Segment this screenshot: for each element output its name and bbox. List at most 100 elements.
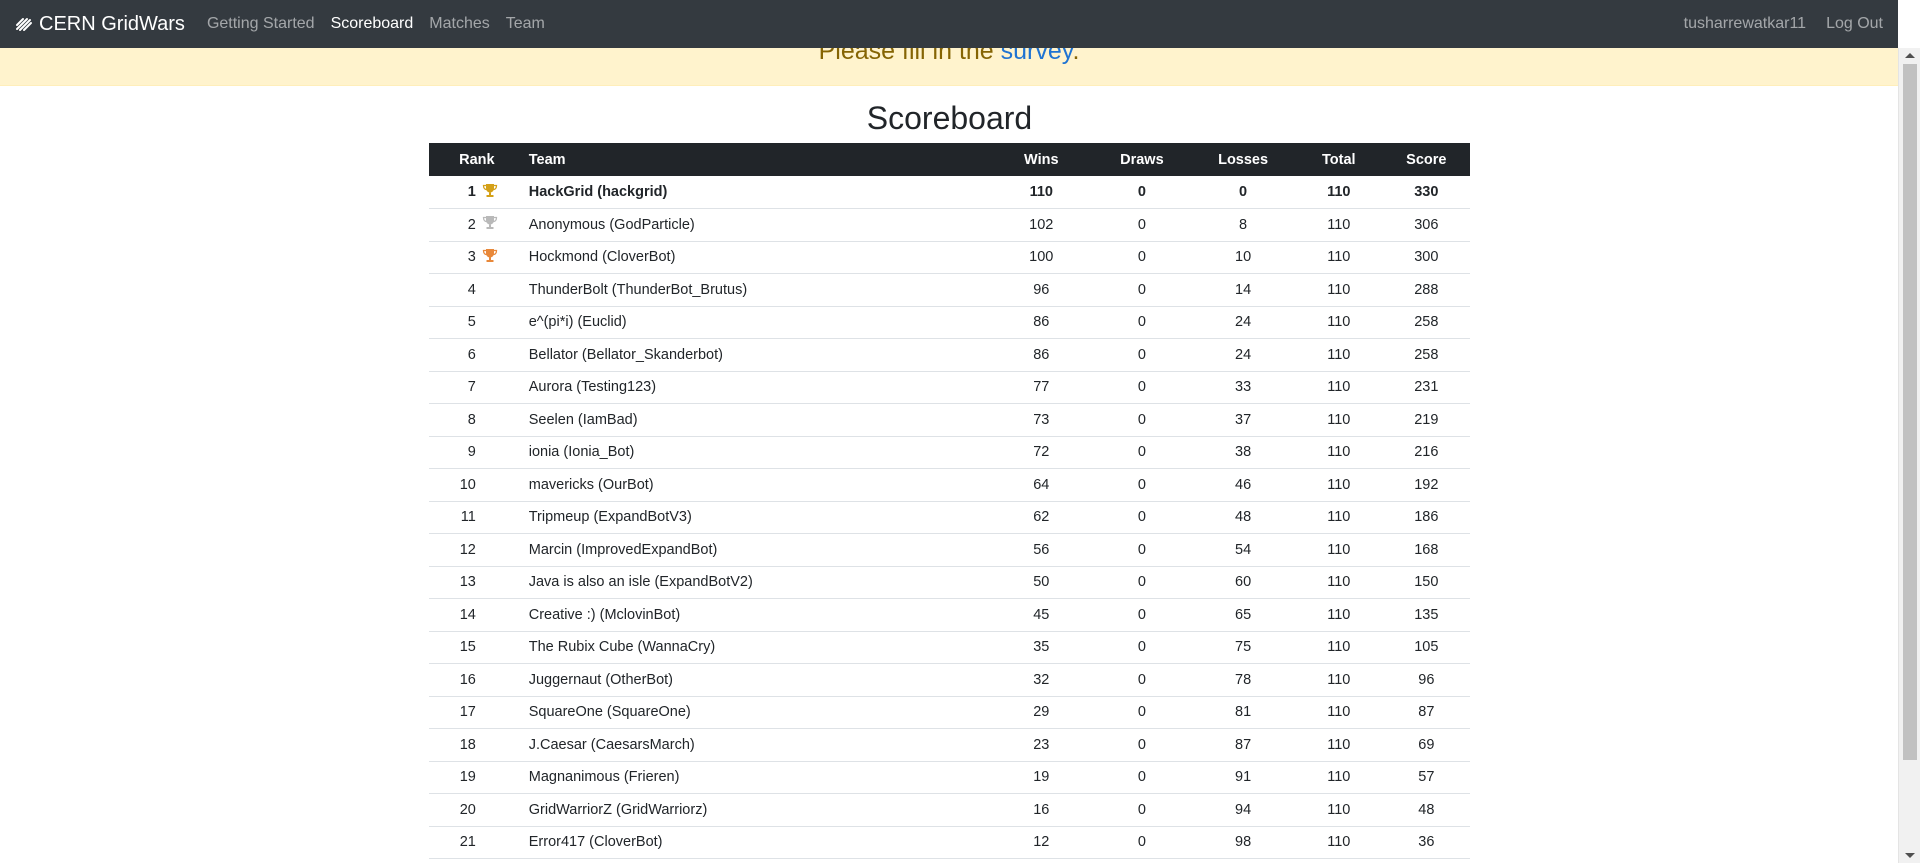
total-cell: 110 <box>1327 314 1351 331</box>
losses-cell: 65 <box>1235 606 1252 623</box>
rank-number: 2 <box>467 216 476 233</box>
total-cell: 110 <box>1327 379 1351 396</box>
team-cell: HackGrid (hackgrid) <box>528 184 668 200</box>
table-row: 10 mavericks (OurBot) 64 0 46 110 192 <box>429 469 1470 501</box>
losses-cell: 37 <box>1235 411 1252 428</box>
score-cell: 219 <box>1414 411 1439 428</box>
total-cell: 110 <box>1327 769 1351 786</box>
rank-number: 5 <box>467 314 476 331</box>
team-cell: Magnanimous (Frieren) <box>528 769 680 786</box>
table-row: 2 Anonymous (GodParticle) 102 0 8 110 306 <box>429 209 1470 242</box>
wins-cell: 102 <box>1029 216 1054 233</box>
losses-cell: 75 <box>1235 639 1252 656</box>
draws-cell: 0 <box>1137 574 1146 591</box>
total-cell: 110 <box>1327 444 1351 461</box>
nav-getting-started[interactable]: Getting Started <box>207 15 315 33</box>
losses-cell: 8 <box>1239 216 1248 233</box>
wins-cell: 23 <box>1033 736 1050 753</box>
losses-cell: 81 <box>1235 704 1252 721</box>
rank-wrap: 12 <box>456 542 498 558</box>
table-row: 8 Seelen (IamBad) 73 0 37 110 219 <box>429 404 1470 436</box>
total-cell: 110 <box>1327 639 1351 656</box>
table-row: 6 Bellator (Bellator_Skanderbot) 86 0 24 110 2… <box>429 339 1470 372</box>
table-row: 3 Hockmond (CloverBot) 100 0 10 110 300 <box>429 241 1470 274</box>
total-cell: 110 <box>1327 184 1351 200</box>
wins-cell: 62 <box>1033 509 1050 526</box>
scroll-up-button[interactable] <box>1899 48 1920 64</box>
brand-link[interactable]: CERN GridWars <box>15 13 185 36</box>
rank-wrap: 20 <box>456 802 498 818</box>
scroll-down-button[interactable] <box>1899 847 1920 863</box>
losses-cell: 48 <box>1235 509 1252 526</box>
silver-trophy-icon <box>482 215 498 234</box>
nav-logout[interactable]: Log Out <box>1826 15 1883 33</box>
rank-number: 3 <box>467 249 476 266</box>
score-cell: 96 <box>1418 671 1435 688</box>
wins-cell: 86 <box>1033 346 1050 363</box>
wins-cell: 64 <box>1033 476 1050 493</box>
rank-number: 13 <box>459 574 476 591</box>
rank-cell: 21 <box>429 826 525 859</box>
losses-cell: 78 <box>1235 671 1252 688</box>
rank-number: 1 <box>467 184 476 200</box>
score-cell: 306 <box>1414 216 1439 233</box>
score-cell: 258 <box>1414 314 1439 331</box>
nav-team[interactable]: Team <box>506 15 545 33</box>
total-cell: 110 <box>1327 704 1351 721</box>
total-cell: 110 <box>1327 346 1351 363</box>
rank-wrap: 15 <box>456 639 498 655</box>
draws-cell: 0 <box>1137 346 1146 363</box>
scoreboard-body: 1 HackGrid (hackgrid) 110 0 0 110 330 2 Anonymou… <box>429 176 1470 859</box>
losses-cell: 0 <box>1239 184 1248 200</box>
losses-cell: 14 <box>1235 281 1252 298</box>
wins-cell: 110 <box>1029 184 1053 200</box>
top-navbar: CERN GridWars Getting Started Scoreboard… <box>0 0 1898 48</box>
score-cell: 258 <box>1414 346 1439 363</box>
nav-matches[interactable]: Matches <box>429 15 489 33</box>
draws-cell: 0 <box>1137 736 1146 753</box>
total-cell: 110 <box>1327 476 1351 493</box>
losses-cell: 33 <box>1235 379 1252 396</box>
header-row: Rank Team Wins Draws Losses Total Score <box>429 143 1470 176</box>
score-cell: 168 <box>1414 541 1439 558</box>
page-scrollbar[interactable] <box>1898 48 1920 863</box>
brand-name: CERN GridWars <box>39 12 185 35</box>
header-draws: Draws <box>1120 151 1164 168</box>
draws-cell: 0 <box>1137 801 1146 818</box>
total-cell: 110 <box>1327 216 1351 233</box>
bronze-trophy-icon <box>482 248 498 267</box>
team-cell: Juggernaut (OtherBot) <box>528 671 674 688</box>
nav-username[interactable]: tusharrewatkar11 <box>1684 15 1806 33</box>
losses-cell: 54 <box>1235 541 1252 558</box>
total-cell: 110 <box>1327 671 1351 688</box>
table-row: 9 ionia (Ionia_Bot) 72 0 38 110 216 <box>429 436 1470 469</box>
rank-cell: 2 <box>429 209 525 242</box>
team-cell: Marcin (ImprovedExpandBot) <box>528 541 718 558</box>
scoreboard-header: Rank Team Wins Draws Losses Total Score <box>429 143 1470 176</box>
draws-cell: 0 <box>1137 541 1146 558</box>
grid-logo-icon <box>16 18 32 31</box>
rank-number: 11 <box>460 509 476 526</box>
draws-cell: 0 <box>1137 216 1146 233</box>
wins-cell: 12 <box>1033 834 1050 851</box>
team-cell: Creative :) (MclovinBot) <box>528 606 681 623</box>
table-row: 7 Aurora (Testing123) 77 0 33 110 231 <box>429 371 1470 404</box>
rank-number: 14 <box>459 606 476 623</box>
team-cell: Anonymous (GodParticle) <box>528 216 695 233</box>
rank-wrap: 13 <box>456 574 498 590</box>
scroll-thumb[interactable] <box>1903 64 1917 760</box>
rank-number: 12 <box>459 541 476 558</box>
score-cell: 186 <box>1414 509 1439 526</box>
rank-number: 7 <box>467 379 476 396</box>
rank-cell: 6 <box>429 339 525 372</box>
table-row: 13 Java is also an isle (ExpandBotV2) 50 0 6… <box>429 566 1470 599</box>
rank-wrap: 5 <box>456 314 498 330</box>
rank-number: 21 <box>459 834 476 851</box>
nav-scoreboard[interactable]: Scoreboard <box>331 15 414 33</box>
score-cell: 150 <box>1414 574 1439 591</box>
rank-wrap: 11 <box>456 509 498 525</box>
total-cell: 110 <box>1327 411 1351 428</box>
total-cell: 110 <box>1327 736 1351 753</box>
rank-wrap: 1 <box>456 183 498 202</box>
rank-cell: 14 <box>429 599 525 632</box>
